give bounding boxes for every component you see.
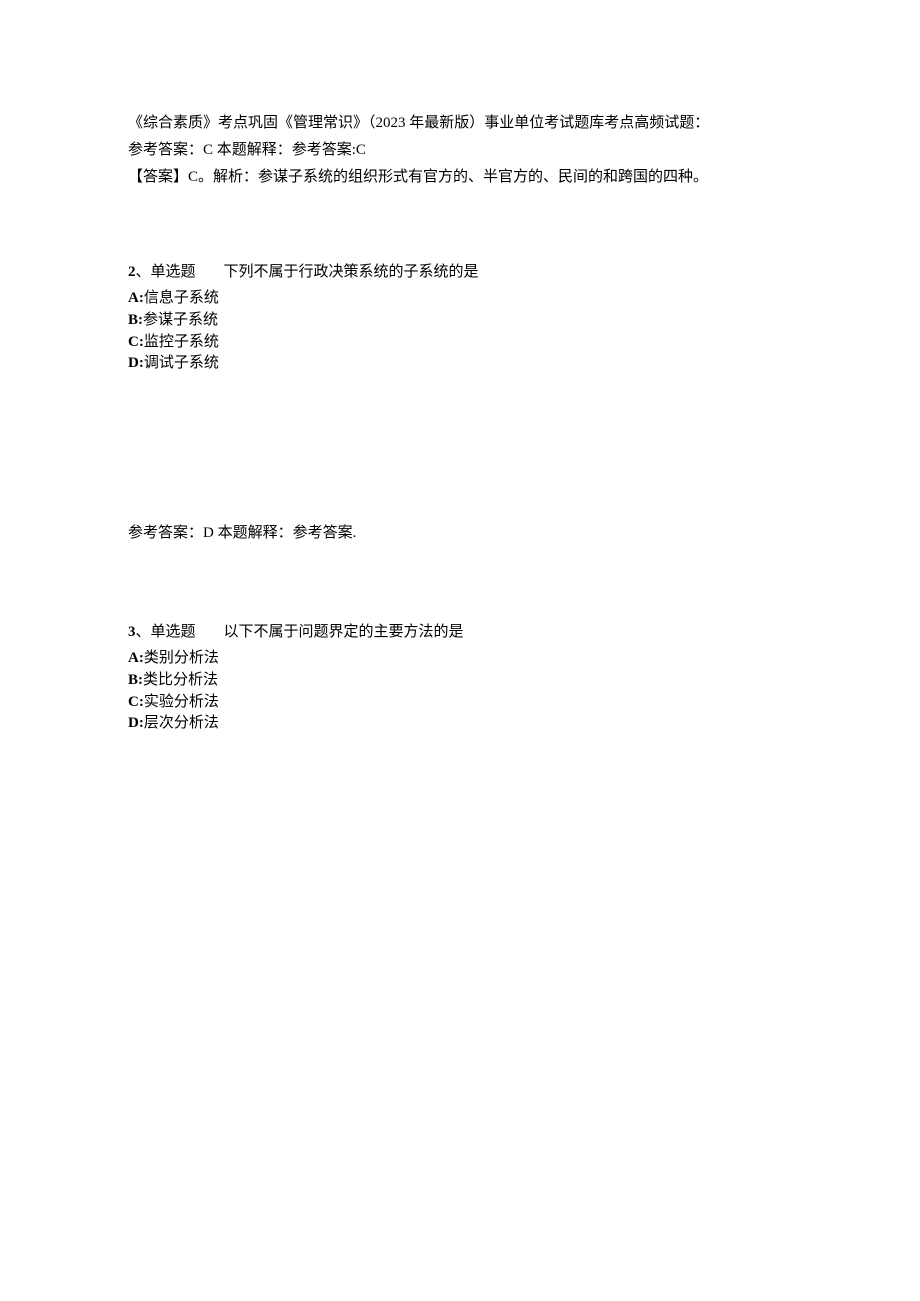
- option-text: 监控子系统: [144, 334, 219, 350]
- question-2-option-b: B:参谋子系统: [128, 310, 792, 332]
- option-text: 类别分析法: [144, 650, 219, 666]
- intro-line-2: 参考答案：C 本题解释：参考答案:C: [128, 137, 792, 164]
- option-label: D:: [128, 355, 144, 371]
- question-3-option-d: D:层次分析法: [128, 713, 792, 735]
- option-label: B:: [128, 672, 143, 688]
- question-2: 2、单选题 下列不属于行政决策系统的子系统的是 A:信息子系统 B:参谋子系统 C…: [128, 259, 792, 375]
- question-3-option-a: A:类别分析法: [128, 648, 792, 670]
- option-label: C:: [128, 334, 144, 350]
- option-label: B:: [128, 312, 143, 328]
- option-label: C:: [128, 694, 144, 710]
- question-2-option-c: C:监控子系统: [128, 332, 792, 354]
- intro-line-3: 【答案】C。解析：参谋子系统的组织形式有官方的、半官方的、民间的和跨国的四种。: [128, 164, 792, 191]
- question-3-title: 3、单选题 以下不属于问题界定的主要方法的是: [128, 619, 792, 646]
- option-label: A:: [128, 290, 144, 306]
- question-3-number: 3: [128, 624, 136, 640]
- question-3: 3、单选题 以下不属于问题界定的主要方法的是 A:类别分析法 B:类比分析法 C:…: [128, 619, 792, 735]
- option-label: D:: [128, 715, 144, 731]
- question-3-option-c: C:实验分析法: [128, 692, 792, 714]
- option-text: 调试子系统: [144, 355, 219, 371]
- question-2-text: 下列不属于行政决策系统的子系统的是: [224, 264, 479, 280]
- option-text: 类比分析法: [143, 672, 218, 688]
- option-text: 信息子系统: [144, 290, 219, 306]
- option-text: 参谋子系统: [143, 312, 218, 328]
- document-body: 《综合素质》考点巩固《管理常识》（2023 年最新版）事业单位考试题库考点高频试…: [128, 110, 792, 735]
- question-2-title: 2、单选题 下列不属于行政决策系统的子系统的是: [128, 259, 792, 286]
- question-2-answer: 参考答案：D 本题解释：参考答案.: [128, 520, 792, 547]
- answer-text: 参考答案：D 本题解释：参考答案.: [128, 520, 792, 547]
- question-3-option-b: B:类比分析法: [128, 670, 792, 692]
- option-text: 层次分析法: [144, 715, 219, 731]
- question-2-option-a: A:信息子系统: [128, 288, 792, 310]
- question-3-text: 以下不属于问题界定的主要方法的是: [224, 624, 464, 640]
- intro-line-1: 《综合素质》考点巩固《管理常识》（2023 年最新版）事业单位考试题库考点高频试…: [128, 110, 792, 137]
- question-2-number: 2: [128, 264, 136, 280]
- question-3-type: 、单选题: [136, 624, 196, 640]
- option-label: A:: [128, 650, 144, 666]
- question-2-type: 、单选题: [136, 264, 196, 280]
- option-text: 实验分析法: [144, 694, 219, 710]
- question-2-option-d: D:调试子系统: [128, 353, 792, 375]
